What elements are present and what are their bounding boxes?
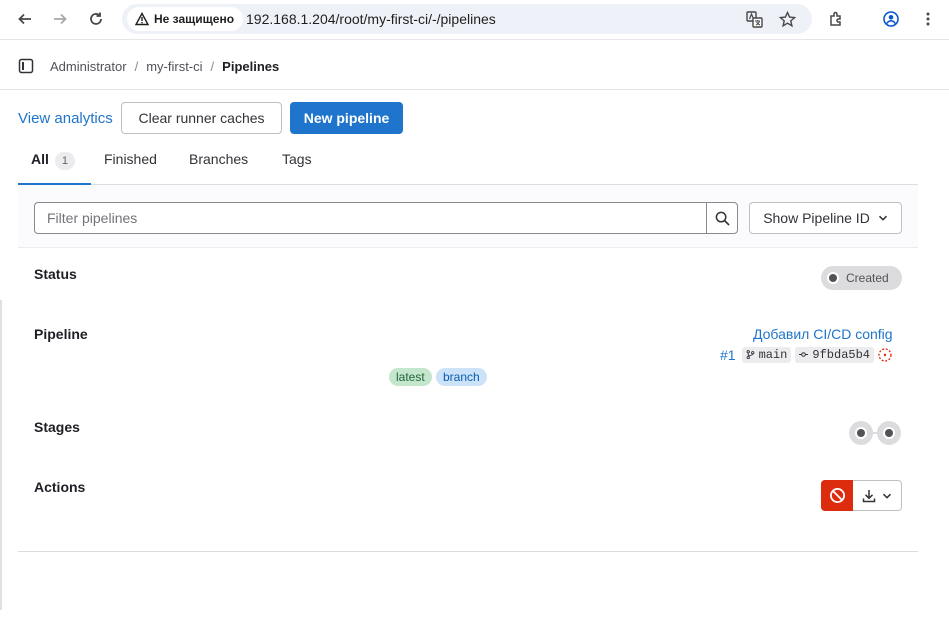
breadcrumb-item-pipelines[interactable]: Pipelines [222,59,279,74]
url-text[interactable]: 192.168.1.204/root/my-first-ci/-/pipelin… [246,11,496,27]
filter-bar: Filter pipelines Show Pipeline ID [18,185,918,248]
filter-search-button[interactable] [706,202,738,234]
breadcrumb-item-project[interactable]: my-first-ci [146,59,202,74]
search-icon [715,211,730,226]
commit-title-link[interactable]: Добавил CI/CD config [753,326,893,342]
show-pipeline-id-label: Show Pipeline ID [763,210,870,226]
sidebar-toggle-icon[interactable] [18,58,34,74]
view-analytics-link[interactable]: View analytics [18,110,113,127]
stage-created-icon[interactable] [877,421,901,445]
download-artifacts-dropdown[interactable] [853,480,902,511]
translate-icon[interactable] [744,9,764,29]
security-label: Не защищено [154,12,235,26]
ref-name: main [758,347,788,362]
cancel-pipeline-button[interactable] [821,480,853,511]
ref-chip[interactable]: main [741,346,792,363]
star-icon[interactable] [777,9,797,29]
window-edge [0,300,2,610]
tab-branches[interactable]: Branches [189,151,248,167]
back-icon[interactable] [12,6,38,32]
tab-tags[interactable]: Tags [282,151,312,167]
menu-icon[interactable] [915,6,941,32]
pipeline-divider [18,551,918,552]
commit-sha-chip[interactable]: 9fbda5b4 [795,346,874,363]
breadcrumb-separator: / [134,59,139,74]
browser-toolbar: Не защищено 192.168.1.204/root/my-first-… [0,0,949,40]
tab-all[interactable]: All 1 [31,151,75,170]
commit-icon [799,352,809,357]
stages-field-label: Stages [34,419,80,435]
branch-badge: branch [436,368,487,386]
warning-icon [135,12,149,26]
status-created-icon [827,272,839,284]
breadcrumb: Administrator / my-first-ci / Pipelines [50,59,279,74]
tab-all-count: 1 [54,152,75,170]
stage-created-icon[interactable] [849,421,873,445]
breadcrumb-separator: / [210,59,215,74]
status-field-label: Status [34,266,77,282]
address-bar[interactable]: Не защищено 192.168.1.204/root/my-first-… [122,4,812,34]
pipeline-stages [849,421,903,445]
show-pipeline-id-dropdown[interactable]: Show Pipeline ID [749,202,902,234]
chevron-down-icon [882,493,892,499]
filter-pipelines-input[interactable]: Filter pipelines [34,202,706,234]
download-icon [862,489,876,502]
unverified-signature-icon[interactable] [878,347,892,362]
breadcrumb-item-administrator[interactable]: Administrator [50,59,127,74]
pipeline-tabs: All 1 Finished Branches Tags [18,143,330,185]
profile-icon[interactable] [878,6,904,32]
forward-icon[interactable] [47,6,73,32]
tab-finished[interactable]: Finished [104,151,157,167]
clear-runner-caches-button[interactable]: Clear runner caches [121,102,282,134]
status-text: Created [846,271,889,285]
cancel-icon [829,488,845,503]
actions-field-label: Actions [34,479,86,495]
pipeline-meta: #1 main 9fbda5b4 [720,346,892,363]
new-pipeline-button[interactable]: New pipeline [290,102,403,134]
security-chip[interactable]: Не защищено [127,7,244,31]
reload-icon[interactable] [83,6,109,32]
chevron-down-icon [878,215,887,221]
branch-icon [746,350,754,359]
latest-badge: latest [389,368,432,386]
tab-all-label: All [31,151,49,167]
pipeline-field-label: Pipeline [34,326,88,342]
commit-sha: 9fbda5b4 [812,347,870,362]
extensions-icon[interactable] [824,6,850,32]
pipeline-id-link[interactable]: #1 [720,347,736,363]
top-bar: Administrator / my-first-ci / Pipelines [0,42,949,90]
status-badge[interactable]: Created [821,266,902,290]
